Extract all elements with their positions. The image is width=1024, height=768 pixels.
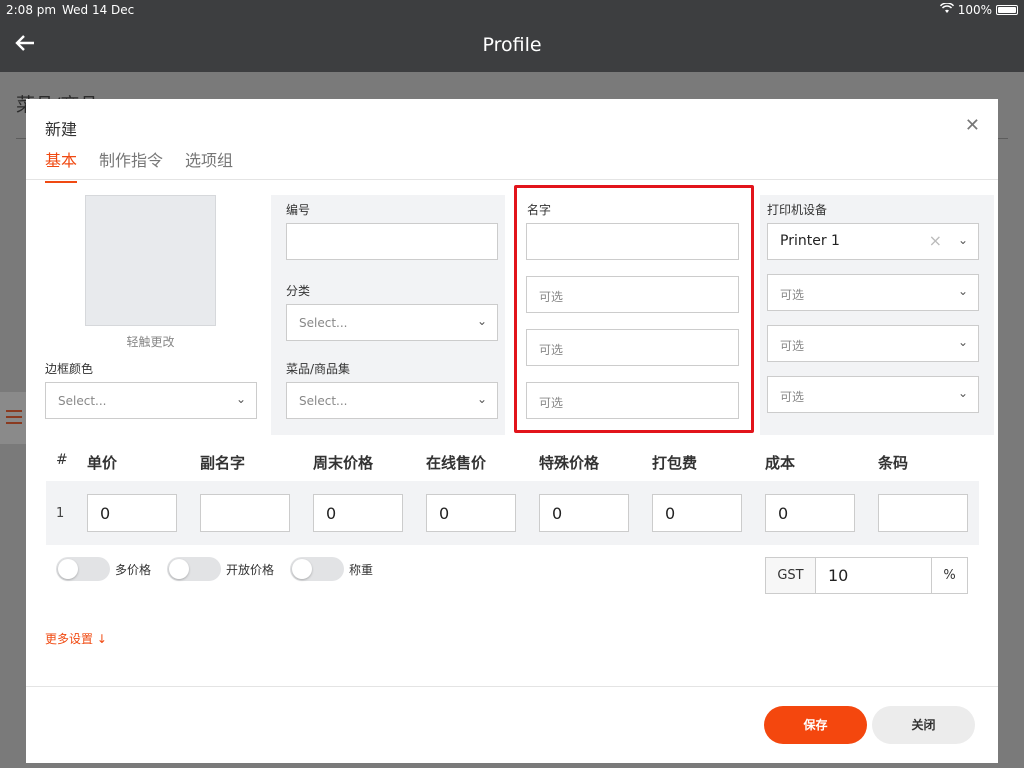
header-barcode: 条码 bbox=[878, 454, 909, 472]
tab-option-groups[interactable]: 选项组 bbox=[185, 147, 233, 183]
dialog-title: 新建 bbox=[45, 120, 78, 139]
chevron-down-icon: ⌄ bbox=[235, 392, 246, 406]
header-sub-name: 副名字 bbox=[200, 454, 246, 472]
header-index: # bbox=[56, 452, 68, 468]
more-settings-link[interactable]: 更多设置 ↓ bbox=[45, 630, 107, 647]
printer-label: 打印机设备 bbox=[767, 203, 828, 217]
printer-value: Printer 1 bbox=[780, 233, 840, 249]
app-bar: Profile bbox=[0, 20, 1024, 72]
printer-select-3[interactable]: 可选 ⌄ bbox=[767, 325, 979, 362]
header-weekend-price: 周末价格 bbox=[313, 454, 374, 472]
category-select[interactable]: Select... ⌄ bbox=[286, 304, 498, 341]
open-price-label: 开放价格 bbox=[226, 563, 275, 577]
code-label: 编号 bbox=[286, 203, 311, 217]
chevron-down-icon: ⌄ bbox=[957, 386, 968, 400]
item-set-label: 菜品/商品集 bbox=[286, 362, 351, 376]
printer-placeholder-4: 可选 bbox=[780, 390, 805, 404]
hamburger-menu-icon bbox=[0, 392, 26, 444]
tab-preparation[interactable]: 制作指令 bbox=[99, 147, 163, 183]
chevron-down-icon: ⌄ bbox=[476, 314, 487, 328]
status-right: 100% bbox=[939, 2, 1018, 17]
printer-select-4[interactable]: 可选 ⌄ bbox=[767, 376, 979, 413]
tab-bar: 基本 制作指令 选项组 bbox=[45, 147, 255, 183]
code-input[interactable] bbox=[286, 223, 498, 260]
printer-placeholder-3: 可选 bbox=[780, 339, 805, 353]
status-date: Wed 14 Dec bbox=[62, 3, 135, 17]
tab-basic[interactable]: 基本 bbox=[45, 147, 78, 183]
tab-divider bbox=[26, 179, 998, 180]
wifi-icon bbox=[939, 2, 954, 17]
special-price-input[interactable]: 0 bbox=[539, 494, 629, 532]
header-special-price: 特殊价格 bbox=[539, 454, 600, 472]
battery-percent: 100% bbox=[957, 3, 992, 17]
chevron-down-icon: ⌄ bbox=[957, 284, 968, 298]
gst-unit: % bbox=[931, 558, 967, 593]
weekend-price-input[interactable]: 0 bbox=[313, 494, 403, 532]
printer-select[interactable]: Printer 1 × ⌄ bbox=[767, 223, 979, 260]
printer-select-2[interactable]: 可选 ⌄ bbox=[767, 274, 979, 311]
clear-icon[interactable]: × bbox=[929, 231, 942, 250]
price-table-header: # 单价 副名字 周末价格 在线售价 特殊价格 打包费 成本 条码 bbox=[46, 443, 979, 481]
multi-price-label: 多价格 bbox=[115, 563, 152, 577]
weighing-label: 称重 bbox=[349, 563, 374, 577]
printer-placeholder-2: 可选 bbox=[780, 288, 805, 302]
sub-name-input[interactable] bbox=[200, 494, 290, 532]
name-highlight-box bbox=[514, 185, 754, 433]
new-item-dialog: 新建 ✕ 基本 制作指令 选项组 轻触更改 边框颜色 Select... ⌄ 编… bbox=[26, 99, 998, 763]
item-set-select[interactable]: Select... ⌄ bbox=[286, 382, 498, 419]
close-button[interactable]: 关闭 bbox=[872, 706, 975, 744]
cost-input[interactable]: 0 bbox=[765, 494, 855, 532]
chevron-down-icon: ⌄ bbox=[957, 233, 968, 247]
chevron-down-icon: ⌄ bbox=[476, 392, 487, 406]
battery-icon bbox=[996, 5, 1018, 15]
barcode-input[interactable] bbox=[878, 494, 968, 532]
chevron-down-icon: ⌄ bbox=[957, 335, 968, 349]
multi-price-toggle[interactable] bbox=[56, 557, 110, 581]
header-packing-fee: 打包费 bbox=[652, 454, 698, 472]
gst-field[interactable]: GST 10 % bbox=[765, 557, 968, 594]
open-price-toggle[interactable] bbox=[167, 557, 221, 581]
item-set-placeholder: Select... bbox=[299, 394, 348, 408]
table-row: 1 0 0 0 0 0 0 bbox=[46, 481, 979, 545]
category-placeholder: Select... bbox=[299, 316, 348, 330]
app-title: Profile bbox=[482, 34, 542, 56]
border-color-label: 边框颜色 bbox=[45, 362, 94, 376]
row-number: 1 bbox=[56, 506, 65, 521]
category-label: 分类 bbox=[286, 284, 311, 298]
image-caption: 轻触更改 bbox=[126, 335, 175, 349]
save-button[interactable]: 保存 bbox=[764, 706, 867, 744]
gst-label: GST bbox=[766, 558, 816, 593]
header-cost: 成本 bbox=[765, 454, 796, 472]
unit-price-input[interactable]: 0 bbox=[87, 494, 177, 532]
header-online-price: 在线售价 bbox=[426, 454, 487, 472]
status-bar: 2:08 pm Wed 14 Dec 100% bbox=[0, 0, 1024, 20]
close-icon[interactable]: ✕ bbox=[965, 115, 980, 136]
weighing-toggle[interactable] bbox=[290, 557, 344, 581]
border-color-placeholder: Select... bbox=[58, 394, 107, 408]
footer-divider bbox=[26, 686, 998, 687]
item-image-placeholder[interactable] bbox=[85, 195, 216, 326]
header-unit-price: 单价 bbox=[87, 454, 118, 472]
gst-value[interactable]: 10 bbox=[828, 566, 848, 585]
packing-fee-input[interactable]: 0 bbox=[652, 494, 742, 532]
border-color-select[interactable]: Select... ⌄ bbox=[45, 382, 257, 419]
online-price-input[interactable]: 0 bbox=[426, 494, 516, 532]
status-time: 2:08 pm bbox=[6, 3, 57, 17]
